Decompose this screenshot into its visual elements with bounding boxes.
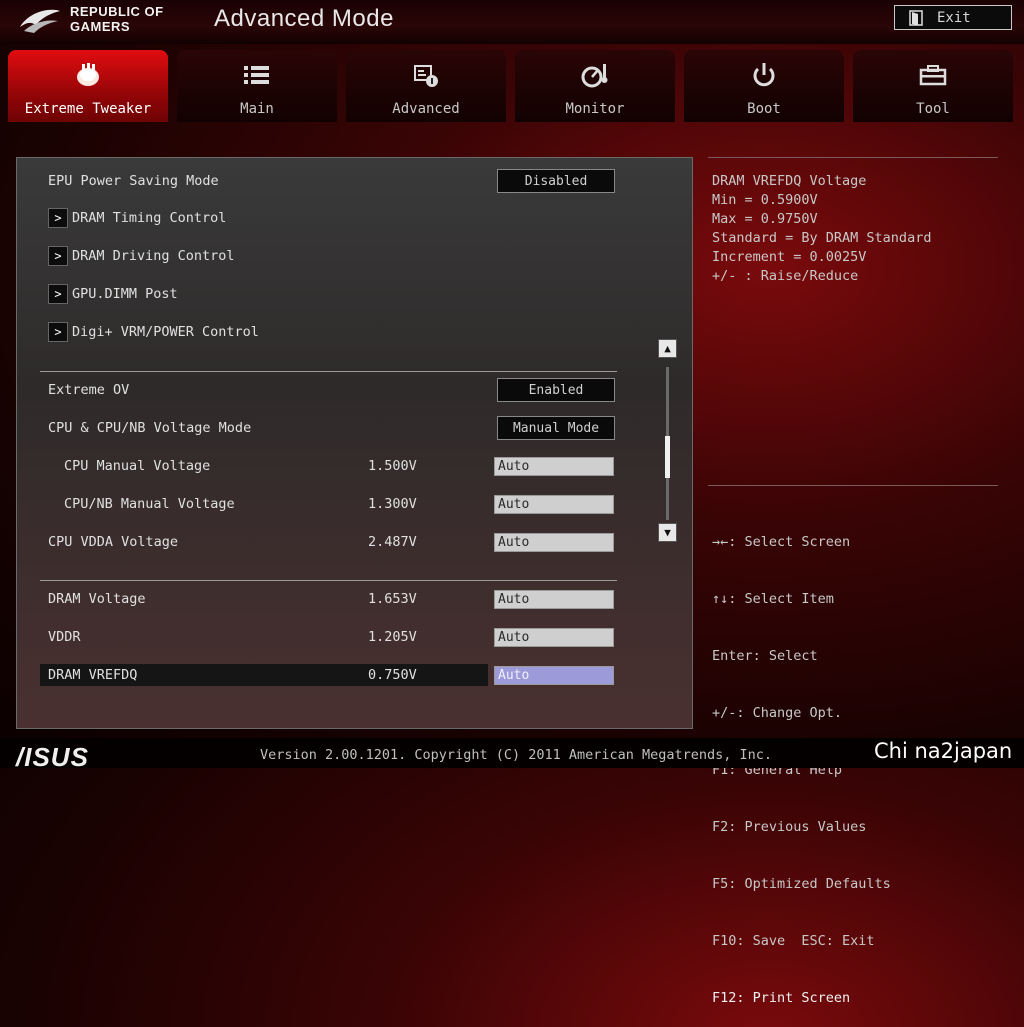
exit-button[interactable]: Exit	[894, 5, 1012, 30]
submenu-dram-timing[interactable]: > DRAM Timing Control	[48, 208, 226, 228]
tab-advanced[interactable]: Advanced	[346, 50, 506, 122]
key-hint: +/-: Change Opt.	[712, 705, 843, 721]
tab-label: Tool	[916, 101, 950, 117]
cpunb-manual-voltage-label: CPU/NB Manual Voltage	[64, 496, 235, 512]
cpu-manual-voltage-field[interactable]: Auto	[494, 457, 614, 476]
section-divider	[40, 580, 617, 581]
key-hint: F2: Previous Values	[712, 819, 867, 835]
tab-extreme-tweaker[interactable]: Extreme Tweaker	[8, 50, 168, 122]
toolbox-icon	[919, 65, 947, 86]
asus-logo: /ISUS	[16, 742, 89, 772]
submenu-gpu-dimm-post[interactable]: > GPU.DIMM Post	[48, 284, 178, 304]
submenu-label: Digi+ VRM/POWER Control	[72, 324, 259, 340]
dram-vrefdq-reading: 0.750V	[368, 667, 417, 683]
key-hint: F10: Save ESC: Exit	[712, 933, 875, 949]
tab-boot[interactable]: Boot	[684, 50, 844, 122]
section-divider	[40, 371, 617, 372]
dram-voltage-reading: 1.653V	[368, 591, 417, 607]
tab-label: Advanced	[392, 101, 460, 117]
dram-vrefdq-field[interactable]: Auto	[494, 666, 614, 685]
help-divider	[708, 485, 998, 486]
power-icon	[753, 63, 775, 87]
scrollbar-thumb[interactable]	[665, 436, 670, 478]
cpu-manual-voltage-reading: 1.500V	[368, 458, 417, 474]
submenu-label: DRAM Driving Control	[72, 248, 235, 264]
scroll-down-button[interactable]: ▼	[658, 523, 677, 542]
voltage-mode-select[interactable]: Manual Mode	[497, 416, 615, 440]
help-divider	[708, 157, 998, 158]
dram-vrefdq-label: DRAM VREFDQ	[48, 667, 138, 683]
advanced-icon	[414, 65, 438, 87]
brand-text: REPUBLIC OF GAMERS	[70, 4, 164, 34]
tweaker-icon	[77, 63, 99, 86]
vddr-field[interactable]: Auto	[494, 628, 614, 647]
epu-select[interactable]: Disabled	[497, 169, 615, 193]
page-title: Advanced Mode	[214, 5, 394, 32]
submenu-digi-vrm[interactable]: > Digi+ VRM/POWER Control	[48, 322, 259, 342]
chevron-right-icon: >	[48, 246, 68, 266]
exit-door-icon	[909, 9, 923, 26]
vddr-reading: 1.205V	[368, 629, 417, 645]
extreme-ov-select[interactable]: Enabled	[497, 378, 615, 402]
triangle-down-icon: ▼	[664, 526, 671, 539]
cpu-vdda-field[interactable]: Auto	[494, 533, 614, 552]
tab-monitor[interactable]: Monitor	[515, 50, 675, 122]
chevron-right-icon: >	[48, 284, 68, 304]
key-hint: F12: Print Screen	[712, 990, 851, 1006]
epu-label: EPU Power Saving Mode	[48, 173, 219, 189]
brand-line-1: REPUBLIC OF	[70, 4, 164, 19]
tab-label: Extreme Tweaker	[24, 101, 152, 117]
chevron-right-icon: >	[48, 322, 68, 342]
cpu-vdda-reading: 2.487V	[368, 534, 417, 550]
scroll-up-button[interactable]: ▲	[658, 339, 677, 358]
rog-eye-logo-icon	[20, 9, 60, 33]
vddr-label: VDDR	[48, 629, 81, 645]
cpu-vdda-label: CPU VDDA Voltage	[48, 534, 179, 550]
submenu-dram-driving[interactable]: > DRAM Driving Control	[48, 246, 235, 266]
cpu-manual-voltage-label: CPU Manual Voltage	[64, 458, 211, 474]
submenu-label: GPU.DIMM Post	[72, 286, 178, 302]
key-hint: Enter: Select	[712, 648, 818, 664]
key-hint: F5: Optimized Defaults	[712, 876, 891, 892]
cpunb-manual-voltage-reading: 1.300V	[368, 496, 417, 512]
list-icon	[244, 66, 269, 84]
tab-label: Main	[240, 101, 274, 117]
cpunb-manual-voltage-field[interactable]: Auto	[494, 495, 614, 514]
dram-voltage-label: DRAM Voltage	[48, 591, 146, 607]
tab-main[interactable]: Main	[177, 50, 337, 122]
item-help-text: DRAM VREFDQ Voltage Min = 0.5900V Max = …	[712, 173, 932, 284]
chevron-right-icon: >	[48, 208, 68, 228]
key-hint: ↑↓: Select Item	[712, 591, 834, 607]
exit-label: Exit	[937, 9, 971, 26]
watermark-text: Chi na2japan	[874, 739, 1013, 763]
dram-voltage-field[interactable]: Auto	[494, 590, 614, 609]
monitor-gauge-icon	[581, 64, 608, 88]
brand-line-2: GAMERS	[70, 19, 131, 34]
tab-label: Monitor	[565, 101, 625, 117]
tab-tool[interactable]: Tool	[853, 50, 1013, 122]
tab-label: Boot	[747, 101, 781, 117]
voltage-mode-label: CPU & CPU/NB Voltage Mode	[48, 420, 252, 436]
submenu-label: DRAM Timing Control	[72, 210, 227, 226]
version-text: Version 2.00.1201. Copyright (C) 2011 Am…	[260, 747, 773, 763]
key-hint: →←: Select Screen	[712, 534, 851, 550]
triangle-up-icon: ▲	[664, 342, 671, 355]
extreme-ov-label: Extreme OV	[48, 382, 130, 398]
